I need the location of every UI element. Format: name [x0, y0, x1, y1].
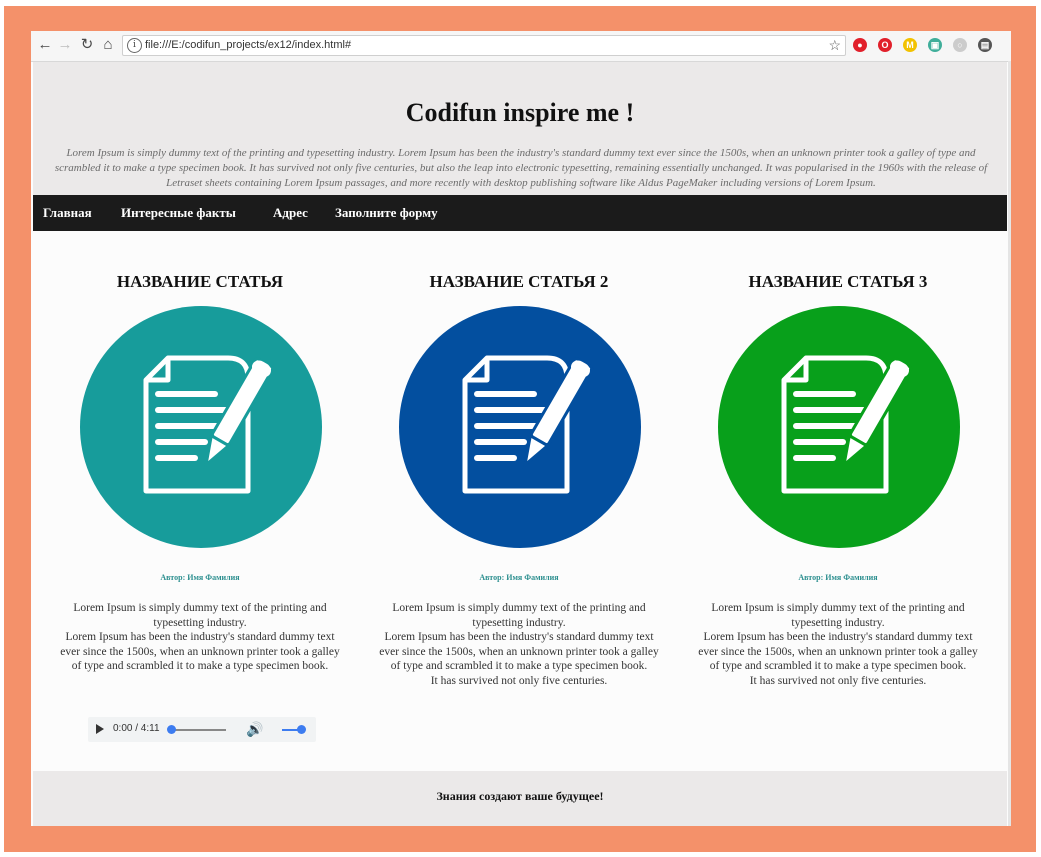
volume-thumb[interactable]	[297, 725, 306, 734]
browser-window: ← → ↻ ⌂ i file:///E:/codifun_projects/ex…	[31, 31, 1011, 826]
footer-text: Знания создают ваше будущее!	[436, 789, 604, 803]
address-url[interactable]: file:///E:/codifun_projects/ex12/index.h…	[145, 39, 351, 51]
article-author: Автор: Имя Фамилия	[479, 573, 559, 582]
bookmark-star-icon[interactable]: ☆	[828, 37, 841, 54]
cast-icon[interactable]: ▤	[978, 38, 992, 52]
m-extension-icon[interactable]: M	[903, 38, 917, 52]
page-header: Codifun inspire me ! Lorem Ipsum is simp…	[33, 62, 1007, 195]
back-arrow-icon[interactable]: ←	[35, 35, 55, 55]
article-text: Lorem Ipsum is simply dummy text of the …	[55, 601, 345, 674]
audio-time: 0:00 / 4:11	[113, 723, 160, 734]
forward-arrow-icon[interactable]: →	[55, 35, 75, 55]
menu-item-facts[interactable]: Интересные факты	[121, 205, 236, 221]
opera-icon[interactable]: O	[878, 38, 892, 52]
site-title: Codifun inspire me !	[405, 98, 635, 127]
article-text-line: Lorem Ipsum has been the industry's stan…	[60, 631, 340, 672]
page-footer: Знания создают ваше будущее!	[33, 771, 1007, 826]
menu-item-form[interactable]: Заполните форму	[335, 205, 438, 221]
main-menu: Главная Интересные факты Адрес Заполните…	[33, 195, 1007, 231]
opera-vpn-icon[interactable]: ●	[853, 38, 867, 52]
article-text: Lorem Ipsum is simply dummy text of the …	[374, 601, 664, 688]
scrollbar[interactable]	[1008, 61, 1011, 826]
article-author: Автор: Имя Фамилия	[798, 573, 878, 582]
article-title: НАЗВАНИЕ СТАТЬЯ	[116, 272, 284, 291]
article-text-line: Lorem Ipsum has been the industry's stan…	[698, 631, 978, 672]
menu-item-home[interactable]: Главная	[43, 205, 92, 221]
document-pencil-icon	[399, 306, 641, 548]
home-icon[interactable]: ⌂	[98, 35, 118, 55]
browser-toolbar: ← → ↻ ⌂ i file:///E:/codifun_projects/ex…	[31, 31, 1011, 62]
address-bar[interactable]: i file:///E:/codifun_projects/ex12/index…	[122, 35, 846, 56]
article-text-line: It has survived not only five centuries.	[430, 674, 608, 687]
reload-icon[interactable]: ↻	[77, 35, 97, 55]
article-text-line: It has survived not only five centuries.	[749, 674, 927, 687]
article-text-line: Lorem Ipsum is simply dummy text of the …	[711, 602, 965, 629]
article-text-line: Lorem Ipsum is simply dummy text of the …	[392, 602, 646, 629]
article-text-line: Lorem Ipsum is simply dummy text of the …	[73, 602, 327, 629]
green-extension-icon[interactable]: ▣	[928, 38, 942, 52]
info-icon[interactable]: i	[127, 38, 142, 53]
gray-extension-icon[interactable]: ○	[953, 38, 967, 52]
seek-thumb[interactable]	[167, 725, 176, 734]
article-text-line: Lorem Ipsum has been the industry's stan…	[379, 631, 659, 672]
document-pencil-icon	[718, 306, 960, 548]
article-author: Автор: Имя Фамилия	[160, 573, 240, 582]
article-title: НАЗВАНИЕ СТАТЬЯ 2	[429, 272, 609, 291]
play-icon[interactable]	[96, 724, 104, 734]
article-title: НАЗВАНИЕ СТАТЬЯ 3	[748, 272, 928, 291]
header-lorem-text: Lorem Ipsum is simply dummy text of the …	[54, 147, 988, 189]
article-text: Lorem Ipsum is simply dummy text of the …	[693, 601, 983, 688]
seek-bar[interactable]	[170, 729, 226, 731]
menu-item-address[interactable]: Адрес	[273, 205, 308, 221]
document-pencil-icon	[80, 306, 322, 548]
volume-icon[interactable]: 🔊	[246, 721, 263, 738]
audio-player: 0:00 / 4:11 🔊	[88, 717, 316, 742]
